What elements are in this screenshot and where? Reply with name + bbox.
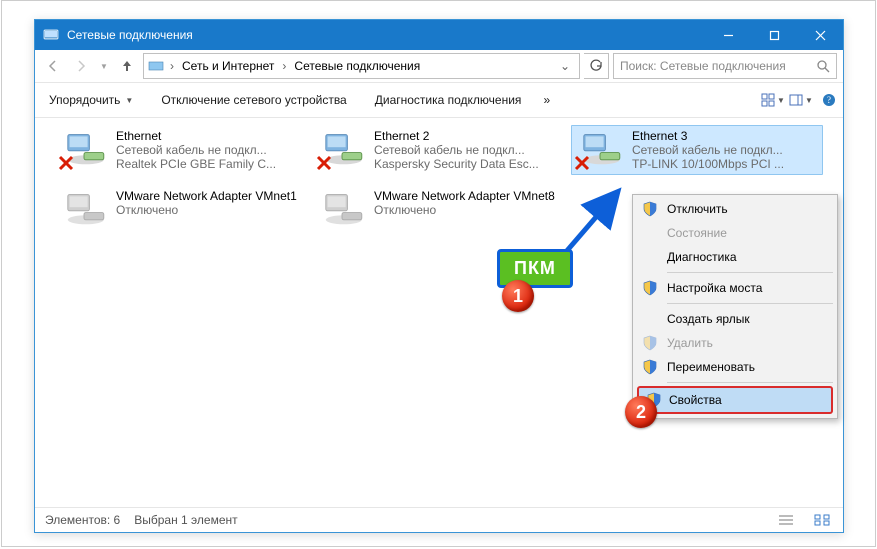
connection-name: Ethernet 2 [374,129,539,143]
up-button[interactable] [115,54,139,78]
search-placeholder: Поиск: Сетевые подключения [620,59,811,73]
connection-item[interactable]: VMware Network Adapter VMnet8 Отключено [313,185,565,233]
chevron-right-icon: › [168,59,176,73]
shield-icon [642,280,658,296]
address-dropdown[interactable]: ⌄ [555,59,575,73]
shield-icon [642,201,658,217]
menu-item-delete: Удалить [635,331,835,355]
details-view-button[interactable] [775,511,797,529]
menu-separator [667,272,833,273]
connection-device: Kaspersky Security Data Esc... [374,157,539,171]
menu-item-bridge[interactable]: Настройка моста [635,276,835,300]
menu-item-shortcut[interactable]: Создать ярлык [635,307,835,331]
connection-item-selected[interactable]: Ethernet 3 Сетевой кабель не подкл... TP… [571,125,823,175]
connection-device: TP-LINK 10/100Mbps PCI ... [632,157,784,171]
titlebar: Сетевые подключения [35,20,843,50]
connection-status: Сетевой кабель не подкл... [374,143,539,157]
annotation-badge-1: 1 [502,280,534,312]
menu-item-properties[interactable]: Свойства [637,386,833,414]
status-item-count: Элементов: 6 [45,513,120,527]
connection-status: Сетевой кабель не подкл... [632,143,784,157]
connection-item[interactable]: VMware Network Adapter VMnet1 Отключено [55,185,307,233]
status-bar: Элементов: 6 Выбран 1 элемент [35,507,843,532]
context-menu: Отключить Состояние Диагностика Настройк… [632,194,838,419]
connection-item[interactable]: Ethernet Сетевой кабель не подкл... Real… [55,125,307,175]
connection-status: Отключено [116,203,297,217]
menu-separator [667,303,833,304]
recent-dropdown[interactable]: ▼ [97,54,111,78]
connection-device: Realtek PCIe GBE Family C... [116,157,276,171]
network-adapter-icon [576,129,624,169]
disconnected-x-icon [574,155,590,171]
window-icon [43,27,59,43]
disconnected-x-icon [58,155,74,171]
connection-item[interactable]: Ethernet 2 Сетевой кабель не подкл... Ka… [313,125,565,175]
help-button[interactable]: ? [815,86,843,114]
network-adapter-icon [60,129,108,169]
window-title: Сетевые подключения [67,28,705,42]
svg-text:?: ? [827,95,831,105]
connection-status: Сетевой кабель не подкл... [116,143,276,157]
connection-name: Ethernet [116,129,276,143]
network-adapter-icon-disabled [318,189,366,229]
breadcrumb-item[interactable]: Сеть и Интернет [180,59,276,73]
menu-item-disable[interactable]: Отключить [635,197,835,221]
address-box[interactable]: › Сеть и Интернет › Сетевые подключения … [143,53,580,79]
search-input[interactable]: Поиск: Сетевые подключения [613,53,837,79]
annotation-badge-2: 2 [625,396,657,428]
toolbar-overflow[interactable]: » [535,83,558,117]
shield-icon [642,335,658,351]
toolbar: Упорядочить▼ Отключение сетевого устройс… [35,83,843,118]
network-adapter-icon [318,129,366,169]
diagnose-button[interactable]: Диагностика подключения [361,83,536,117]
menu-item-rename[interactable]: Переименовать [635,355,835,379]
disconnected-x-icon [316,155,332,171]
back-button[interactable] [41,54,65,78]
network-adapter-icon-disabled [60,189,108,229]
address-bar: ▼ › Сеть и Интернет › Сетевые подключени… [35,50,843,83]
menu-item-status: Состояние [635,221,835,245]
connection-name: VMware Network Adapter VMnet8 [374,189,555,203]
location-icon [148,58,164,74]
connection-name: VMware Network Adapter VMnet1 [116,189,297,203]
connection-name: Ethernet 3 [632,129,784,143]
minimize-button[interactable] [705,20,751,50]
status-selected-count: Выбран 1 элемент [134,513,237,527]
forward-button[interactable] [69,54,93,78]
chevron-right-icon: › [280,59,288,73]
organize-menu[interactable]: Упорядочить▼ [35,83,147,117]
disable-device-button[interactable]: Отключение сетевого устройства [147,83,360,117]
menu-item-diagnose[interactable]: Диагностика [635,245,835,269]
preview-pane-button[interactable]: ▼ [787,86,815,114]
shield-icon [642,359,658,375]
breadcrumb-item[interactable]: Сетевые подключения [292,59,422,73]
refresh-button[interactable] [584,53,609,79]
connection-status: Отключено [374,203,555,217]
maximize-button[interactable] [751,20,797,50]
menu-separator [667,382,833,383]
close-button[interactable] [797,20,843,50]
search-icon [817,60,830,73]
large-icons-view-button[interactable] [811,511,833,529]
view-menu[interactable]: ▼ [759,86,787,114]
